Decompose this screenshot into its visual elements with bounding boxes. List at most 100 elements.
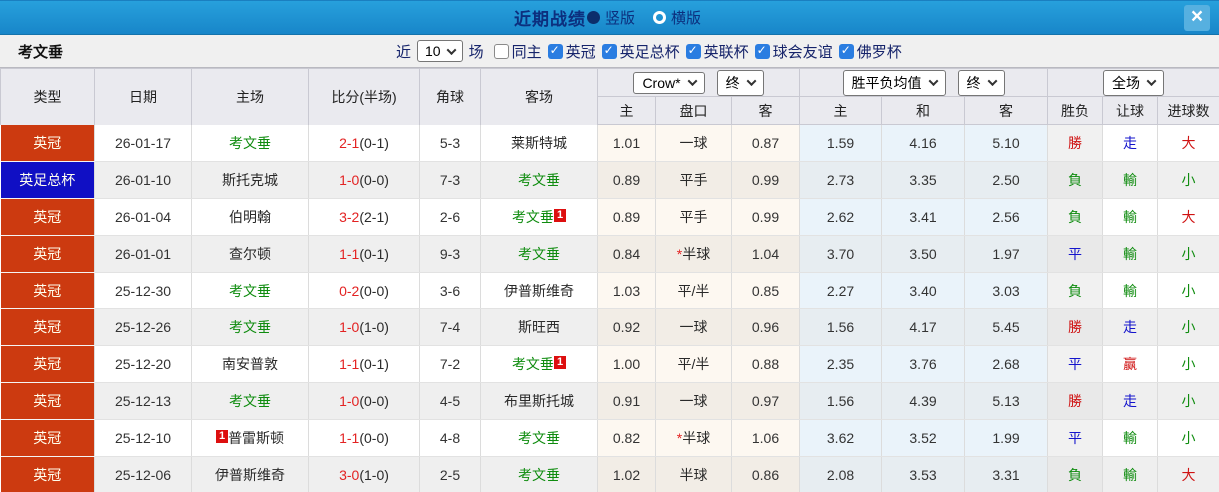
odds-home-cell: 0.82 xyxy=(597,419,656,458)
odds-company-select[interactable]: Crow* xyxy=(633,71,705,94)
filter-bar: 考文垂 近 10 场 同主 英冠 英足总杯 英联杯 球会友谊 佛罗杯 xyxy=(0,35,1219,68)
odds-away-cell: 1.06 xyxy=(731,419,801,458)
match-date: 26-01-01 xyxy=(94,235,192,273)
avg-away-cell: 2.56 xyxy=(964,198,1049,236)
full-time-score: 3-2 xyxy=(339,208,360,225)
result-wdl-cell: 勝 xyxy=(1047,308,1104,347)
avg-draw-cell: 3.40 xyxy=(881,272,966,310)
odds-away-cell: 0.96 xyxy=(731,308,801,347)
col-header-corners: 角球 xyxy=(419,68,481,125)
away-team-cell: 考文垂 1 xyxy=(480,198,598,236)
odds-home-cell: 1.00 xyxy=(597,345,656,384)
scope-select[interactable]: 全场 xyxy=(1103,69,1165,96)
match-date: 26-01-04 xyxy=(94,198,192,236)
league-checkbox-label[interactable]: 英冠 xyxy=(566,41,596,62)
corners-cell: 7-4 xyxy=(419,308,481,347)
chevron-down-icon xyxy=(746,76,757,87)
league-checkbox-label[interactable]: 球会友谊 xyxy=(773,41,833,62)
league-checkbox[interactable] xyxy=(547,43,563,59)
same-home-label[interactable]: 同主 xyxy=(512,41,542,62)
half-time-score: (0-0) xyxy=(359,171,389,188)
result-handicap-cell: 走 xyxy=(1102,382,1159,421)
match-count-select[interactable]: 10 xyxy=(417,40,463,62)
league-checkbox[interactable] xyxy=(838,43,854,59)
league-badge: 英冠 xyxy=(0,198,95,236)
match-date: 25-12-30 xyxy=(94,272,192,310)
handicap-value: 一球 xyxy=(679,319,708,336)
near-label: 近 xyxy=(396,43,412,61)
odds-away-cell: 0.88 xyxy=(731,345,801,384)
col-header-date: 日期 xyxy=(94,68,192,125)
avg-home-cell: 2.27 xyxy=(799,272,883,310)
score-cell: 3-0(1-0) xyxy=(308,456,420,492)
result-goals-cell: 大 xyxy=(1157,124,1219,162)
radio-horizontal-label[interactable]: 横版 xyxy=(671,7,701,28)
home-team: 普雷斯顿 xyxy=(228,430,285,447)
sub-header-let: 让球 xyxy=(1102,96,1159,125)
result-goals-cell: 小 xyxy=(1157,419,1219,458)
league-checkbox[interactable] xyxy=(685,43,701,59)
corners-cell: 9-3 xyxy=(419,235,481,273)
chevron-down-icon xyxy=(446,44,457,55)
score-cell: 0-2(0-0) xyxy=(308,272,420,310)
result-goals-cell: 小 xyxy=(1157,308,1219,347)
league-checkbox-label[interactable]: 佛罗杯 xyxy=(857,41,902,62)
league-checkbox-label[interactable]: 英联杯 xyxy=(704,41,749,62)
odds-home-cell: 1.03 xyxy=(597,272,656,310)
full-time-score: 2-1 xyxy=(339,134,360,151)
result-handicap-cell: 赢 xyxy=(1102,345,1159,384)
same-home-checkbox[interactable] xyxy=(493,43,509,59)
filters: 近 10 场 同主 英冠 英足总杯 英联杯 球会友谊 佛罗杯 xyxy=(396,40,902,62)
sub-header-wdl: 胜负 xyxy=(1047,96,1104,125)
home-team-cell: 查尔顿 xyxy=(191,235,309,273)
corners-cell: 7-2 xyxy=(419,345,481,384)
home-team-cell: 1 普雷斯顿 xyxy=(191,419,309,458)
score-cell: 1-1(0-1) xyxy=(308,235,420,273)
odds-home-cell: 1.01 xyxy=(597,124,656,162)
sub-header-avg-away: 客 xyxy=(964,96,1049,125)
avg-type-select[interactable]: 胜平负均值 xyxy=(842,69,946,96)
avg-home-cell: 2.35 xyxy=(799,345,883,384)
handicap-cell: 半球 xyxy=(655,456,732,492)
col-header-score: 比分(半场) xyxy=(308,68,420,125)
away-team: 考文垂 xyxy=(511,208,554,225)
radio-vertical[interactable] xyxy=(586,11,600,24)
corners-cell: 3-6 xyxy=(419,272,481,310)
radio-vertical-label[interactable]: 竖版 xyxy=(605,7,635,28)
corners-cell: 2-6 xyxy=(419,198,481,236)
sub-header-goals: 进球数 xyxy=(1157,96,1219,125)
score-cell: 2-1(0-1) xyxy=(308,124,420,162)
layout-radio-group: 竖版 横版 xyxy=(586,7,705,28)
avg-draw-cell: 3.52 xyxy=(881,419,966,458)
handicap-cell: 平手 xyxy=(655,161,732,199)
league-badge: 英冠 xyxy=(0,272,95,310)
league-checkbox[interactable] xyxy=(754,43,770,59)
odds-away-cell: 0.97 xyxy=(731,382,801,421)
avg-away-cell: 3.31 xyxy=(964,456,1049,492)
home-team-cell: 斯托克城 xyxy=(191,161,309,199)
league-badge: 英冠 xyxy=(0,235,95,273)
close-button[interactable]: × xyxy=(1184,5,1210,31)
result-wdl-cell: 負 xyxy=(1047,161,1104,199)
home-team: 南安普敦 xyxy=(222,356,278,373)
league-checkbox-label[interactable]: 英足总杯 xyxy=(620,41,680,62)
handicap-cell: 一球 xyxy=(655,308,732,347)
handicap-value: 平/半 xyxy=(677,282,710,299)
radio-horizontal[interactable] xyxy=(653,11,666,24)
handicap-cell: 平/半 xyxy=(655,272,732,310)
avg-away-cell: 5.13 xyxy=(964,382,1049,421)
league-checkbox[interactable] xyxy=(601,43,617,59)
handicap-value: 平手 xyxy=(679,171,708,188)
results-table: 类型 日期 主场 比分(半场) 角球 客场 Crow* 终 胜平负均值 终 全场… xyxy=(0,68,1219,492)
odds-time-select[interactable]: 终 xyxy=(716,69,764,96)
home-team: 伯明翰 xyxy=(229,208,271,225)
chevron-down-icon xyxy=(687,76,698,87)
avg-time-select[interactable]: 终 xyxy=(957,69,1005,96)
away-team: 考文垂 xyxy=(511,356,554,373)
avg-time-value: 终 xyxy=(966,74,981,91)
home-team: 考文垂 xyxy=(229,319,271,336)
result-wdl-cell: 平 xyxy=(1047,419,1104,458)
score-cell: 1-0(0-0) xyxy=(308,161,420,199)
match-date: 26-01-17 xyxy=(94,124,192,162)
half-time-score: (0-1) xyxy=(359,356,389,373)
